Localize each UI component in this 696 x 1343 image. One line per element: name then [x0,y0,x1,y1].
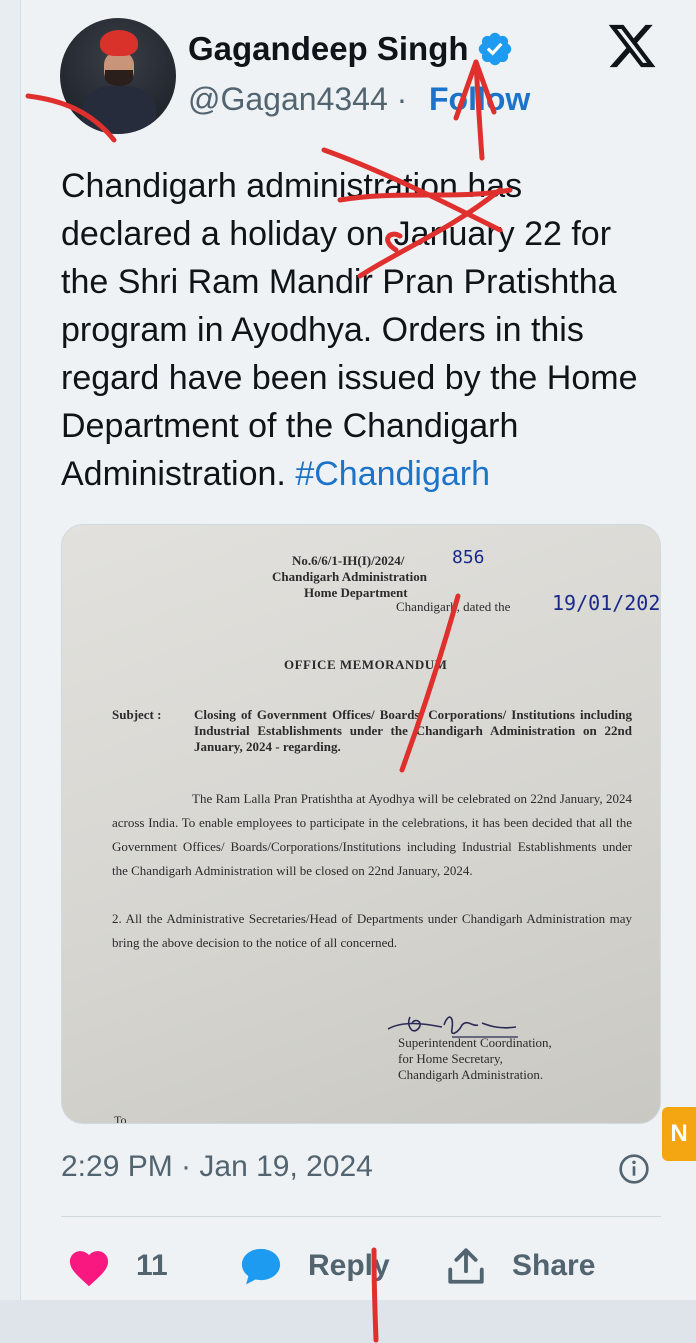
display-name[interactable]: Gagandeep Singh [188,30,469,68]
info-icon[interactable] [618,1153,650,1185]
signature-block: Superintendent Coordination, for Home Se… [398,1035,552,1083]
avatar[interactable] [60,18,176,134]
dated-prefix: Chandigarh, dated the [396,599,511,614]
verified-badge-icon [478,32,512,66]
bottom-bar [0,1300,696,1343]
author-handle[interactable]: @Gagan4344 · [188,81,407,118]
memo-heading: OFFICE MEMORANDUM [284,657,448,672]
tweet-text: Chandigarh administration has declared a… [61,162,661,498]
date-handwritten: 19/01/2024 [552,591,661,615]
sig-line-1: Superintendent Coordination, [398,1035,552,1050]
heart-icon [69,1251,109,1287]
reply-label: Reply [308,1249,390,1282]
memo-number-handwritten: 856 [452,547,485,568]
memo-paragraph-1: The Ram Lalla Pran Pratishtha at Ayodhya… [112,791,632,878]
reply-button[interactable]: Reply [238,1240,390,1292]
memo-paragraph-2: 2. All the Administrative Secretaries/He… [112,911,632,950]
sig-line-3: Chandigarh Administration. [398,1067,544,1082]
avatar-beard [105,70,133,86]
tweet-body: Chandigarh administration has declared a… [61,167,638,493]
share-upload-icon [448,1248,484,1284]
handle-text: @Gagan4344 [188,81,388,117]
divider [61,1216,661,1217]
tweet-timestamp[interactable]: 2:29 PM · Jan 19, 2024 [61,1150,373,1184]
to-line: To [114,1113,127,1124]
issuer-line-1: Chandigarh Administration [272,569,427,584]
hashtag-link[interactable]: #Chandigarh [295,455,490,493]
follow-button[interactable]: Follow [429,81,530,118]
memo-number: No.6/6/1-IH(I)/2024/ [292,553,405,568]
handle-separator: · [387,81,408,117]
share-label: Share [512,1249,596,1282]
share-button[interactable]: Share [444,1240,595,1292]
subject-label: Subject : [112,707,162,722]
side-badge[interactable]: N [662,1107,696,1161]
tweet-media-document[interactable]: No.6/6/1-IH(I)/2024/ 856 Chandigarh Admi… [61,524,661,1124]
issuer-line-2: Home Department [304,585,408,600]
sig-line-2: for Home Secretary, [398,1051,503,1066]
like-button[interactable]: 11 [66,1240,168,1292]
avatar-turban [100,30,138,56]
speech-bubble-icon [241,1248,281,1285]
x-logo-icon[interactable] [604,20,660,72]
subject-text: Closing of Government Offices/ Boards/ C… [194,707,632,754]
like-count: 11 [136,1249,168,1282]
avatar-suit [82,86,156,134]
